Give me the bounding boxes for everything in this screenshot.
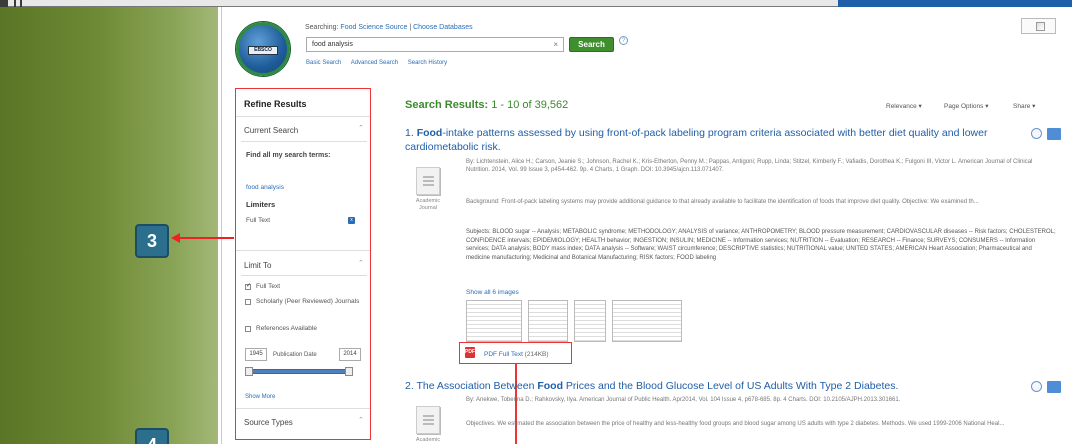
callout-number: 4 [135, 428, 169, 444]
scholarly-option-label: Scholarly (Peer Reviewed) Journals [256, 298, 360, 305]
callout-number: 3 [135, 224, 169, 258]
add-to-folder-icon[interactable] [1047, 128, 1061, 140]
result-title-highlight: Food [537, 380, 563, 392]
query-link[interactable]: food analysis [246, 184, 284, 191]
result-abstract: Background: Front-of-pack labeling syste… [466, 199, 979, 205]
remove-limiter-icon[interactable]: x [348, 217, 355, 224]
choose-databases-link[interactable]: Choose Databases [413, 24, 473, 31]
find-all-label: Find all my search terms: [246, 152, 331, 159]
result-number: 2. [405, 380, 414, 392]
scholarly-checkbox[interactable] [245, 299, 251, 305]
divider [236, 408, 370, 409]
top-blue-bar [838, 0, 1072, 7]
share-dropdown[interactable]: Share ▾ [1013, 102, 1035, 110]
result-title-highlight: Food [416, 127, 443, 139]
collapse-icon[interactable]: ⌃ [358, 259, 364, 267]
search-input[interactable]: food analysis × [306, 37, 564, 52]
left-background-panel [0, 0, 218, 444]
references-option-label: References Available [256, 325, 317, 332]
basic-search-link[interactable]: Basic Search [306, 60, 341, 66]
search-history-link[interactable]: Search History [408, 60, 447, 66]
searching-prefix: Searching: [305, 24, 339, 31]
result-meta: By: Anekwe, Tobenna D.; Rahkovsky, Ilya.… [466, 397, 901, 403]
image-thumbnail[interactable] [574, 300, 606, 342]
image-thumbnail[interactable] [466, 300, 522, 342]
pdf-size: (214KB) [524, 351, 549, 358]
screenshot-root: EBSCO Searching: Food Science Source | C… [0, 0, 1072, 444]
pdf-label: PDF Full Text [484, 351, 523, 358]
search-input-value: food analysis [312, 41, 353, 48]
result-title-text: Prices and the Blood Glucose Level of US… [562, 380, 899, 392]
slider-handle-right[interactable] [345, 367, 353, 376]
show-more-link[interactable]: Show More [245, 394, 275, 400]
results-count: 1 - 10 of 39,562 [491, 99, 569, 111]
search-button[interactable]: Search [569, 37, 614, 52]
panel-divider [221, 7, 222, 444]
result-title[interactable]: 1. Food-intake patterns assessed by usin… [405, 126, 1015, 154]
result-number: 1. [405, 127, 414, 139]
image-thumbnail[interactable] [528, 300, 568, 342]
ebsco-logo[interactable]: EBSCO [236, 22, 290, 76]
source-types-heading[interactable]: Source Types [244, 418, 293, 427]
result-meta: By: Lichtenstein, Alice H.; Carson, Jean… [466, 159, 1033, 173]
result-subjects: Subjects: BLOOD sugar -- Analysis; METAB… [466, 229, 1056, 261]
result-title[interactable]: 2. The Association Between Food Prices a… [405, 379, 1025, 393]
divider [236, 250, 370, 251]
result-title-text: The Association Between [416, 380, 538, 392]
search-links: Basic Search Advanced Search Search Hist… [306, 60, 455, 66]
publication-date-label: Publication Date [273, 352, 317, 358]
slider-handle-left[interactable] [245, 367, 253, 376]
results-label: Search Results: [405, 99, 489, 111]
relevance-dropdown[interactable]: Relevance ▾ [886, 102, 922, 110]
fulltext-checkbox[interactable] [245, 282, 251, 290]
add-to-folder-icon[interactable] [1047, 381, 1061, 393]
preview-icon[interactable] [1031, 381, 1042, 392]
page-options-dropdown[interactable]: Page Options ▾ [944, 102, 988, 110]
image-thumbnail[interactable] [612, 300, 682, 342]
database-link[interactable]: Food Science Source [340, 24, 407, 31]
results-heading: Search Results: 1 - 10 of 39,562 [405, 99, 568, 111]
limit-to-heading[interactable]: Limit To [244, 261, 271, 270]
divider [241, 141, 367, 142]
document-icon [416, 167, 440, 195]
advanced-search-link[interactable]: Advanced Search [351, 60, 398, 66]
fulltext-limiter: Full Text [246, 217, 271, 224]
date-from-input[interactable]: 1945 [245, 348, 267, 361]
divider [241, 275, 367, 276]
refine-title: Refine Results [244, 99, 307, 109]
result-title-text: -intake patterns assessed by using front… [405, 127, 988, 153]
date-range-slider[interactable] [245, 367, 353, 376]
question-mark-icon[interactable]: ? [619, 36, 628, 45]
pdf-icon[interactable]: PDF [465, 347, 475, 358]
result-abstract: Objectives. We estimated the association… [466, 421, 1005, 427]
publication-type: Academic [415, 437, 441, 443]
preview-icon[interactable] [1031, 128, 1042, 139]
callout-arrow [178, 237, 234, 239]
fulltext-option-label: Full Text [256, 283, 281, 290]
collapse-icon[interactable]: ⌃ [358, 416, 364, 424]
pdf-full-text-link[interactable]: PDF Full Text (214KB) [484, 351, 549, 358]
publication-type: Academic Journal [415, 198, 441, 211]
limiters-label: Limiters [246, 200, 276, 209]
clear-icon[interactable]: × [553, 38, 558, 51]
date-to-input[interactable]: 2014 [339, 348, 361, 361]
searching-label: Searching: Food Science Source | Choose … [305, 24, 473, 31]
show-all-images-link[interactable]: Show all 6 images [466, 289, 519, 296]
current-search-heading[interactable]: Current Search [244, 126, 298, 135]
references-checkbox[interactable] [245, 326, 251, 332]
broken-image-icon [1021, 18, 1056, 34]
divider [236, 116, 370, 117]
document-icon [416, 406, 440, 434]
collapse-icon[interactable]: ⌃ [358, 124, 364, 132]
